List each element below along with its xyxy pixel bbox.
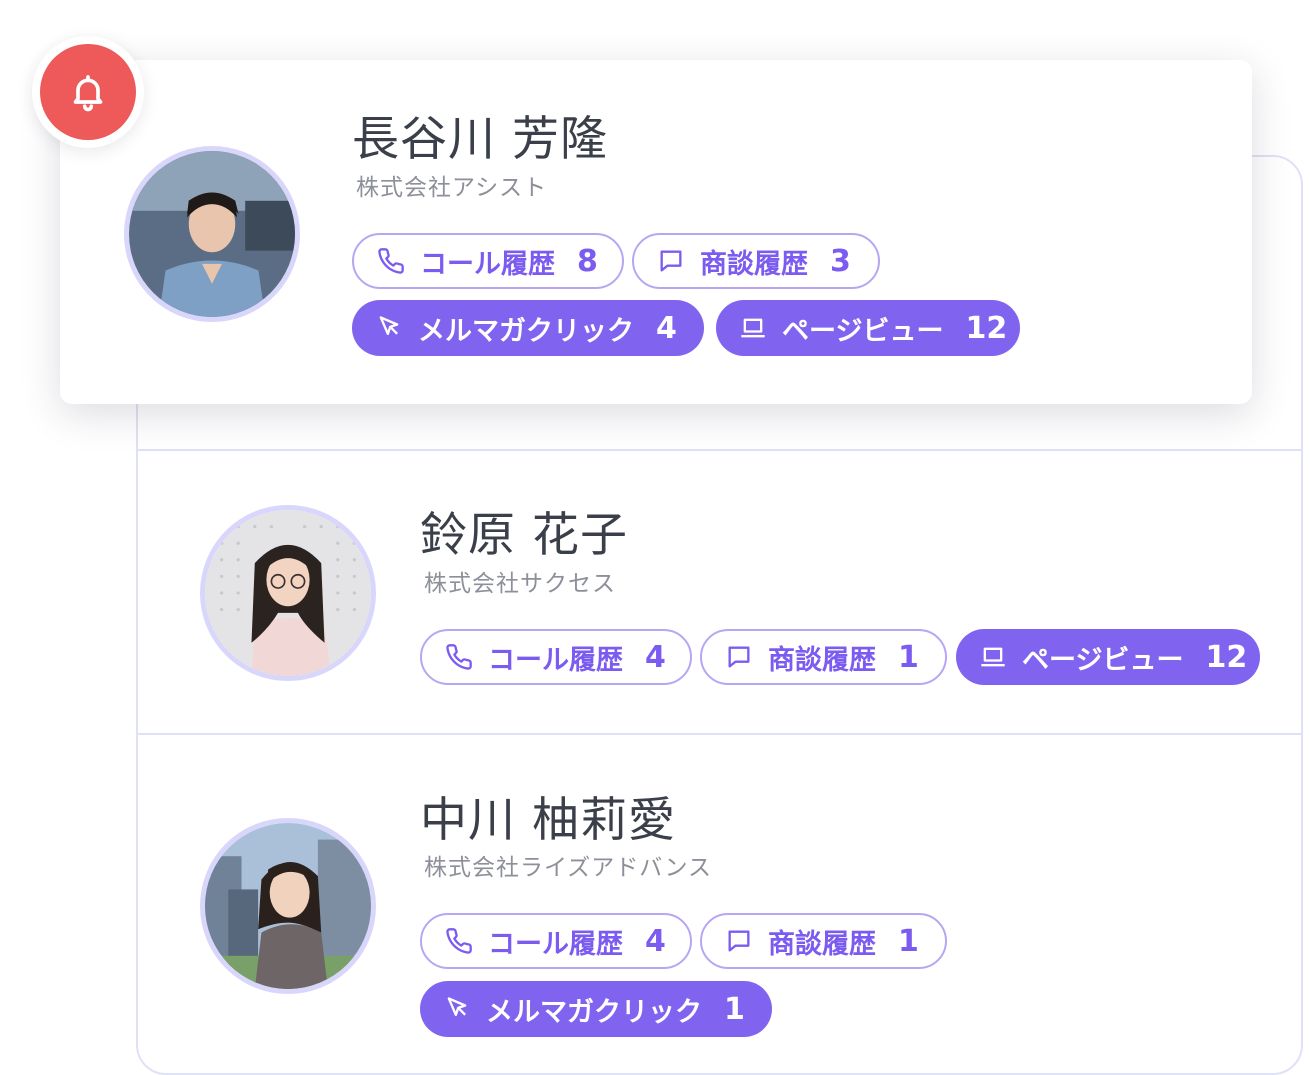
- page-view-badge[interactable]: ページビュー 12: [956, 629, 1260, 685]
- badge-count: 3: [830, 243, 851, 279]
- laptop-icon: [738, 313, 768, 343]
- badge-label: 商談履歴: [768, 644, 876, 676]
- newsletter-click-badge[interactable]: メルマガクリック 4: [352, 300, 704, 356]
- chat-icon: [724, 642, 754, 672]
- highlighted-contact-card[interactable]: 長谷川 芳隆 株式会社アシスト コール履歴 8 商談履歴 3 メルマガクリック …: [60, 60, 1252, 404]
- phone-icon: [444, 926, 474, 956]
- badge-count: 4: [656, 310, 677, 346]
- badge-label: ページビュー: [1022, 644, 1184, 676]
- bell-icon: [68, 72, 108, 112]
- meeting-history-badge[interactable]: 商談履歴 1: [700, 629, 947, 685]
- phone-icon: [376, 246, 406, 276]
- avatar: [200, 505, 376, 681]
- badge-count: 12: [965, 310, 1008, 346]
- call-history-badge[interactable]: コール履歴 4: [420, 629, 692, 685]
- cursor-icon: [374, 313, 404, 343]
- company-name: 株式会社ライズアドバンス: [424, 855, 712, 881]
- badge-label: コール履歴: [420, 248, 555, 280]
- chat-icon: [724, 926, 754, 956]
- badge-count: 8: [577, 243, 598, 279]
- list-divider: [138, 449, 1301, 451]
- company-name: 株式会社サクセス: [424, 571, 616, 597]
- badge-count: 4: [645, 923, 666, 959]
- call-history-badge[interactable]: コール履歴 4: [420, 913, 692, 969]
- badge-label: コール履歴: [488, 644, 623, 676]
- notification-button[interactable]: [32, 36, 144, 148]
- phone-icon: [444, 642, 474, 672]
- notification-badge[interactable]: [40, 44, 136, 140]
- badge-count: 1: [898, 923, 919, 959]
- contact-name: 中川 柚莉愛: [420, 793, 676, 848]
- badge-label: 商談履歴: [768, 928, 876, 960]
- avatar: [200, 818, 376, 994]
- activity-panel: 鈴原 花子 株式会社サクセス コール履歴 4 商談履歴 1 ページビュー 12: [0, 0, 1310, 1075]
- list-divider: [138, 733, 1301, 735]
- laptop-icon: [978, 642, 1008, 672]
- meeting-history-badge[interactable]: 商談履歴 3: [632, 233, 880, 289]
- call-history-badge[interactable]: コール履歴 8: [352, 233, 624, 289]
- badge-label: コール履歴: [488, 928, 623, 960]
- badge-count: 4: [645, 639, 666, 675]
- badge-count: 1: [898, 639, 919, 675]
- page-view-badge[interactable]: ページビュー 12: [716, 300, 1020, 356]
- cursor-icon: [442, 994, 472, 1024]
- badge-label: メルマガクリック: [486, 996, 702, 1028]
- contact-name: 鈴原 花子: [420, 508, 628, 563]
- badge-count: 12: [1205, 639, 1248, 675]
- badge-count: 1: [724, 991, 745, 1027]
- company-name: 株式会社アシスト: [356, 175, 548, 201]
- avatar: [124, 146, 300, 322]
- newsletter-click-badge[interactable]: メルマガクリック 1: [420, 981, 772, 1037]
- meeting-history-badge[interactable]: 商談履歴 1: [700, 913, 947, 969]
- badge-label: ページビュー: [782, 315, 944, 347]
- badge-label: メルマガクリック: [418, 315, 634, 347]
- contact-name: 長谷川 芳隆: [352, 112, 608, 167]
- badge-label: 商談履歴: [700, 248, 808, 280]
- chat-icon: [656, 246, 686, 276]
